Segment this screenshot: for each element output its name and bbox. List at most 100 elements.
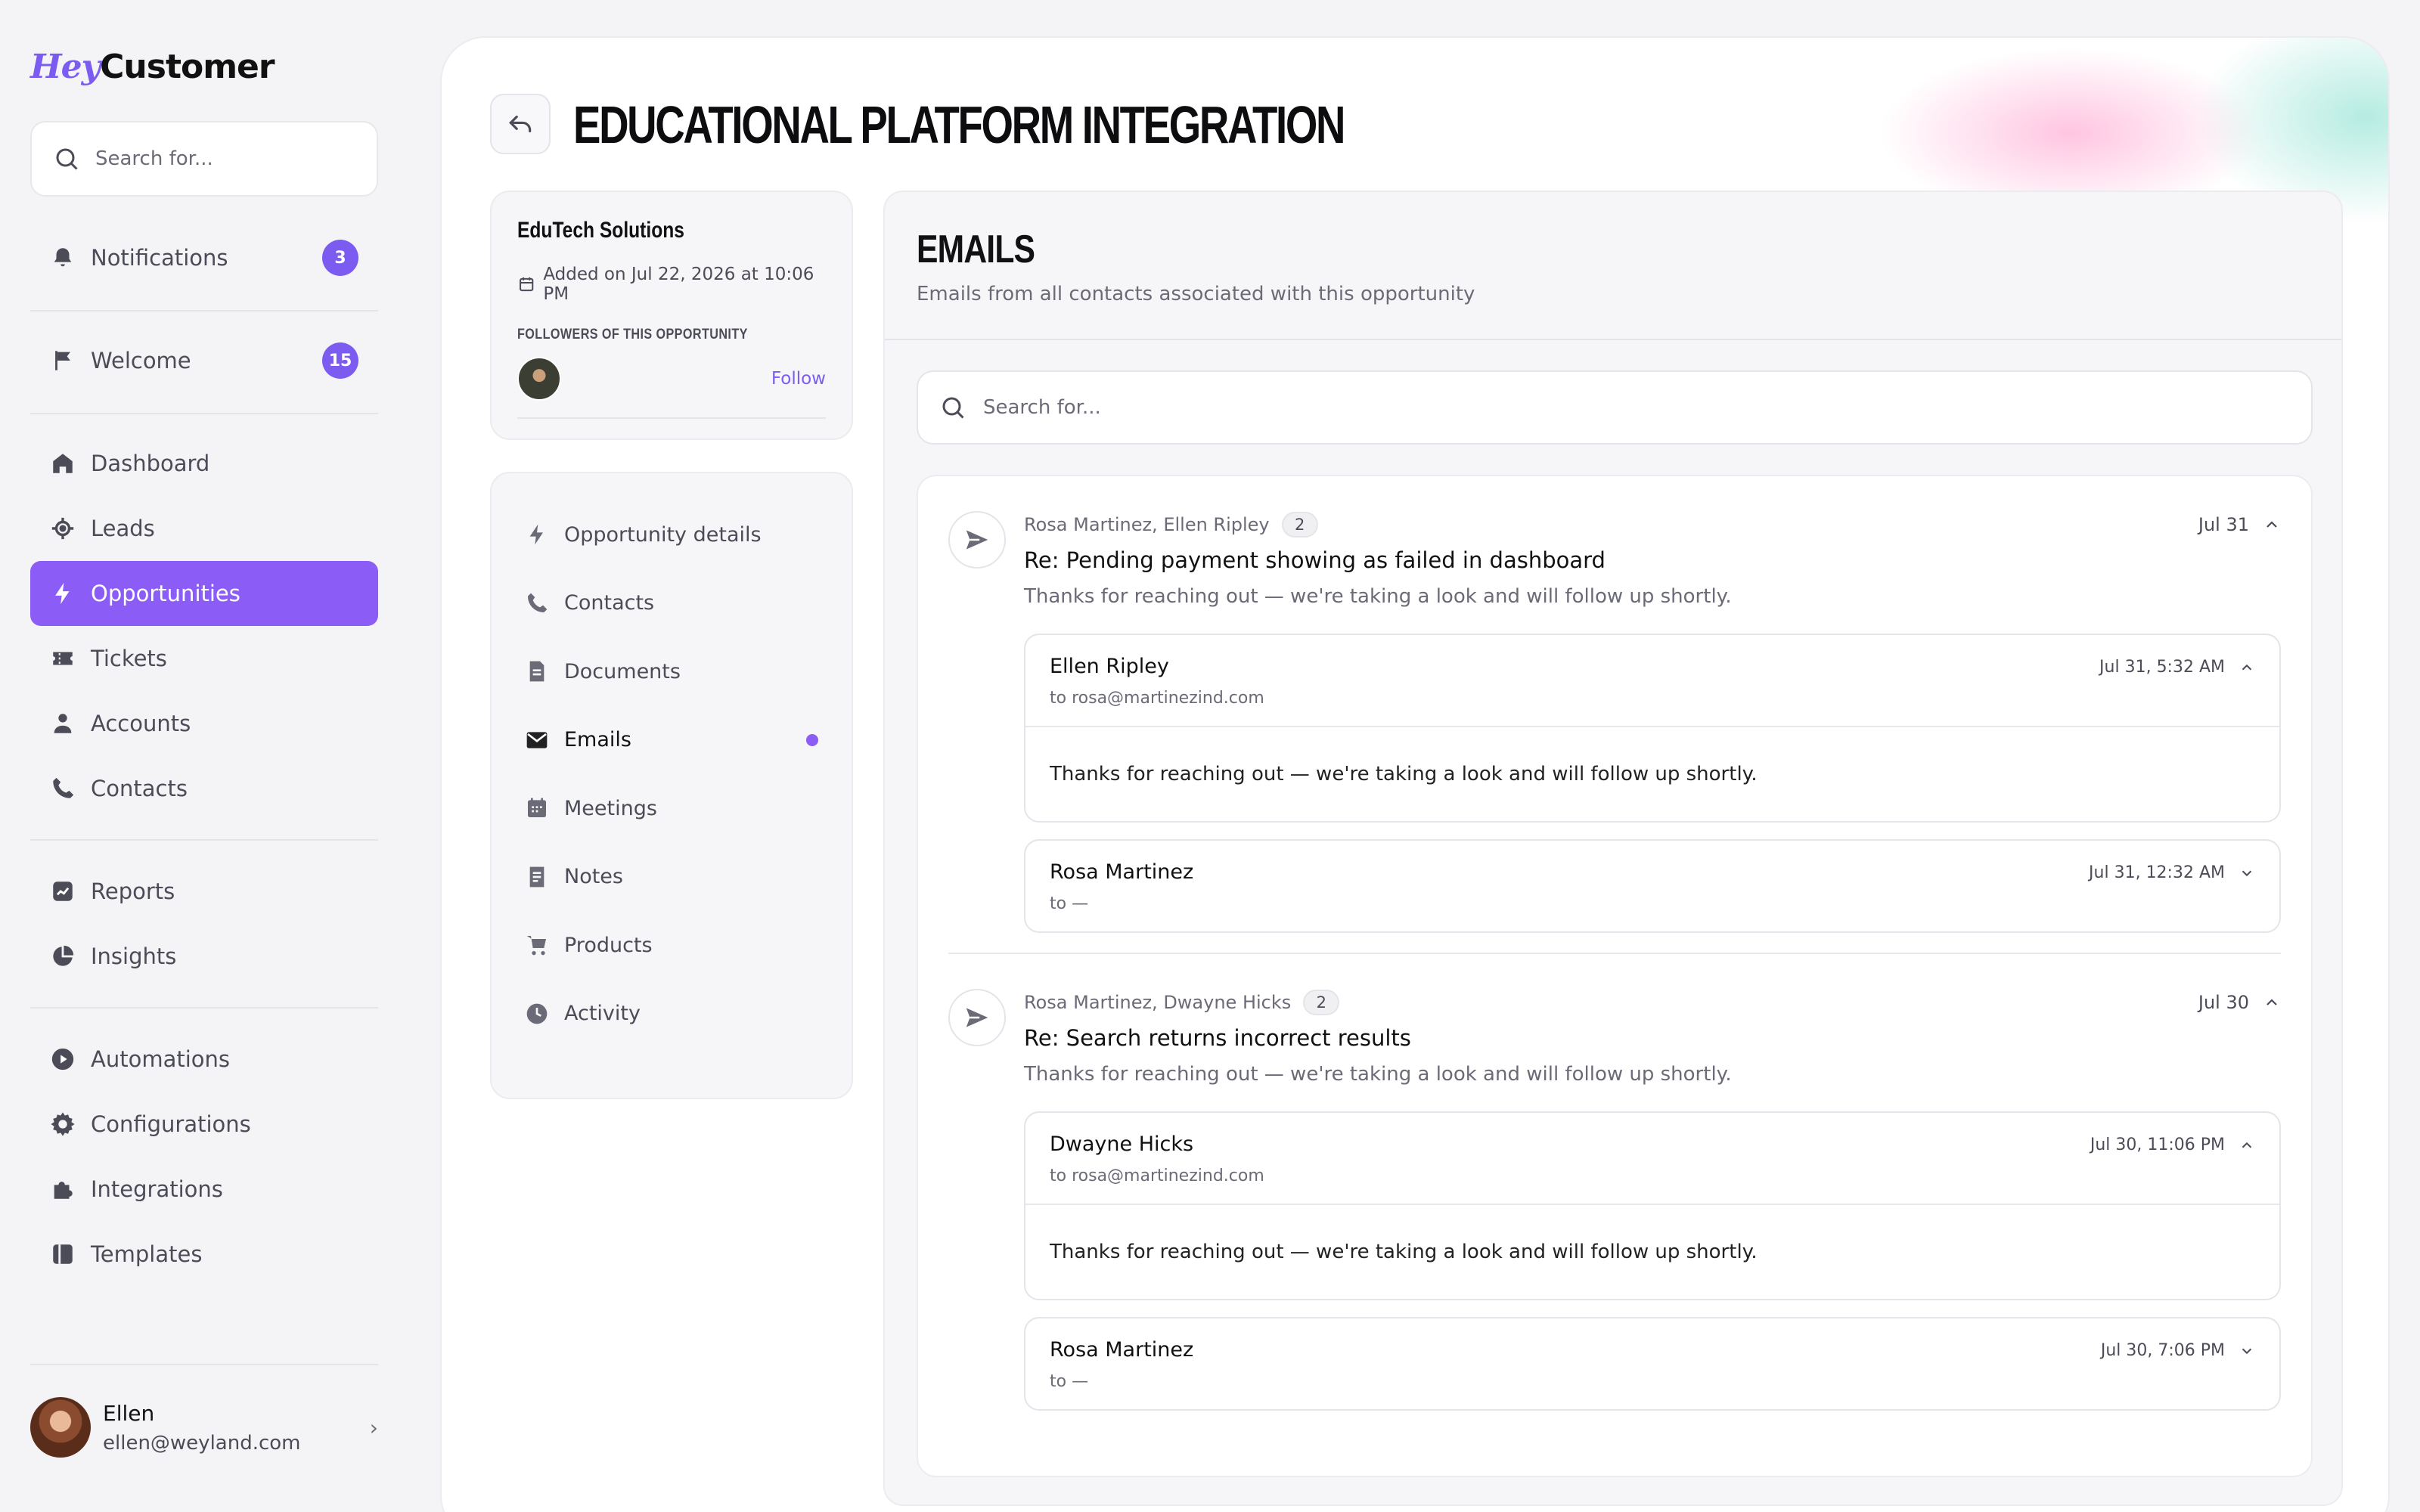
gear-icon xyxy=(51,1112,75,1136)
sidebar-item-tickets[interactable]: Tickets xyxy=(30,626,378,691)
sidebar-item-integrations[interactable]: Integrations xyxy=(30,1157,378,1222)
emails-search-input[interactable]: Search for... xyxy=(917,370,2313,445)
sidebar: Hey Customer Search for... Notifications … xyxy=(0,0,408,1512)
target-icon xyxy=(51,517,74,540)
subnav-item-emails[interactable]: Emails xyxy=(492,706,852,775)
bolt-icon xyxy=(529,524,543,545)
company-card: EduTech Solutions Added on Jul 22, 2026 … xyxy=(490,191,853,440)
chevron-down-icon[interactable] xyxy=(2238,1343,2255,1359)
sidebar-item-configurations[interactable]: Configurations xyxy=(30,1092,378,1157)
subnav-item-opportunity-details[interactable]: Opportunity details xyxy=(492,500,852,569)
email-message[interactable]: Rosa Martinez to — Jul 30, 7:06 PM xyxy=(1024,1317,2281,1411)
sidebar-item-notifications[interactable]: Notifications 3 xyxy=(30,225,378,290)
opportunity-subnav: Opportunity details Contacts Documents E… xyxy=(490,472,853,1099)
email-message[interactable]: Rosa Martinez to — Jul 31, 12:32 AM xyxy=(1024,839,2281,933)
divider xyxy=(30,839,378,841)
active-indicator-dot xyxy=(806,733,818,746)
chevron-up-icon[interactable] xyxy=(2238,1137,2255,1154)
message-body: Thanks for reaching out — we're taking a… xyxy=(1025,1204,2279,1299)
phone-icon xyxy=(528,593,548,612)
subnav-item-documents[interactable]: Documents xyxy=(492,637,852,706)
subnav-item-products[interactable]: Products xyxy=(492,911,852,980)
app-logo[interactable]: Hey Customer xyxy=(30,42,275,91)
main-panel: EDUCATIONAL PLATFORM INTEGRATION EduTech… xyxy=(440,36,2390,1512)
ticket-icon xyxy=(53,652,73,665)
note-icon xyxy=(529,866,544,888)
sidebar-search-input[interactable]: Search for... xyxy=(30,121,378,197)
message-recipient: to — xyxy=(1050,1372,1089,1391)
subnav-item-activity[interactable]: Activity xyxy=(492,980,852,1049)
sidebar-item-automations[interactable]: Automations xyxy=(30,1027,378,1092)
chevron-right-icon: › xyxy=(369,1414,378,1440)
emails-header: EMAILS Emails from all contacts associat… xyxy=(885,192,2341,340)
template-icon xyxy=(53,1244,73,1264)
divider xyxy=(30,1007,378,1009)
message-sender: Ellen Ripley xyxy=(1050,655,1169,678)
notifications-count-badge: 3 xyxy=(322,240,358,276)
pie-icon xyxy=(53,945,74,966)
thread-date[interactable]: Jul 31 xyxy=(2198,514,2281,535)
sidebar-item-contacts[interactable]: Contacts xyxy=(30,756,378,821)
message-sender: Rosa Martinez xyxy=(1050,1338,1194,1362)
company-name: EduTech Solutions xyxy=(517,218,684,243)
cart-icon xyxy=(526,936,546,956)
emails-subtitle: Emails from all contacts associated with… xyxy=(917,283,1475,305)
sidebar-item-dashboard[interactable]: Dashboard xyxy=(30,431,378,496)
follow-button[interactable]: Follow xyxy=(771,369,826,389)
chart-icon xyxy=(53,881,73,901)
message-time: Jul 31, 12:32 AM xyxy=(2089,863,2255,882)
sidebar-item-opportunities[interactable]: Opportunities xyxy=(30,561,378,626)
subnav-item-notes[interactable]: Notes xyxy=(492,843,852,912)
email-thread[interactable]: Rosa Martinez, Dwayne Hicks 2 Jul 30 Re:… xyxy=(948,953,2281,1411)
user-name: Ellen xyxy=(103,1400,155,1426)
email-thread[interactable]: Rosa Martinez, Ellen Ripley 2 Jul 31 Re:… xyxy=(948,476,2281,933)
divider xyxy=(30,413,378,414)
email-message[interactable]: Ellen Ripley to rosa@martinezind.com Jul… xyxy=(1024,634,2281,823)
welcome-count-badge: 15 xyxy=(322,342,358,379)
user-email: ellen@weyland.com xyxy=(103,1431,301,1455)
bell-icon xyxy=(54,248,72,267)
user-avatar xyxy=(30,1397,91,1458)
chevron-up-icon xyxy=(2266,521,2277,528)
clock-icon xyxy=(526,1003,548,1024)
thread-date[interactable]: Jul 30 xyxy=(2198,992,2281,1013)
message-recipient: to rosa@martinezind.com xyxy=(1050,1167,1264,1185)
subnav-item-meetings[interactable]: Meetings xyxy=(492,774,852,843)
page-title: EDUCATIONAL PLATFORM INTEGRATION xyxy=(573,95,1345,154)
message-sender: Dwayne Hicks xyxy=(1050,1132,1194,1156)
flag-icon xyxy=(55,351,70,370)
message-recipient: to rosa@martinezind.com xyxy=(1050,689,1264,708)
sidebar-item-templates[interactable]: Templates xyxy=(30,1222,378,1287)
mail-icon xyxy=(526,732,548,748)
follower-avatar[interactable] xyxy=(517,357,561,401)
thread-count-badge: 2 xyxy=(1281,512,1318,538)
back-arrow-icon xyxy=(509,115,532,133)
email-message[interactable]: Dwayne Hicks to rosa@martinezind.com Jul… xyxy=(1024,1111,2281,1300)
back-button[interactable] xyxy=(490,94,551,154)
thread-preview: Thanks for reaching out — we're taking a… xyxy=(1024,1063,1732,1086)
send-icon xyxy=(948,511,1006,569)
sidebar-item-welcome[interactable]: Welcome 15 xyxy=(30,328,378,393)
user-icon xyxy=(54,714,72,733)
followers-label: FOLLOWERS OF THIS OPPORTUNITY xyxy=(517,327,748,342)
sidebar-item-insights[interactable]: Insights xyxy=(30,924,378,989)
emails-panel: EMAILS Emails from all contacts associat… xyxy=(883,191,2343,1506)
divider xyxy=(30,310,378,311)
followers-row: Follow xyxy=(517,357,826,419)
bolt-icon xyxy=(55,582,70,605)
search-icon xyxy=(942,397,964,419)
message-body: Thanks for reaching out — we're taking a… xyxy=(1025,726,2279,821)
sidebar-item-leads[interactable]: Leads xyxy=(30,496,378,561)
calendar-icon xyxy=(528,798,546,818)
added-date: Added on Jul 22, 2026 at 10:06 PM xyxy=(517,265,826,304)
message-time: Jul 30, 11:06 PM xyxy=(2090,1136,2255,1154)
chevron-up-icon[interactable] xyxy=(2238,659,2255,676)
user-profile-menu[interactable]: Ellen ellen@weyland.com › xyxy=(30,1391,378,1464)
document-icon xyxy=(529,661,544,682)
chevron-down-icon[interactable] xyxy=(2238,865,2255,881)
sidebar-item-accounts[interactable]: Accounts xyxy=(30,691,378,756)
sidebar-item-reports[interactable]: Reports xyxy=(30,859,378,924)
subnav-item-contacts[interactable]: Contacts xyxy=(492,569,852,638)
emails-title: EMAILS xyxy=(917,228,1035,271)
phone-icon xyxy=(53,777,74,798)
